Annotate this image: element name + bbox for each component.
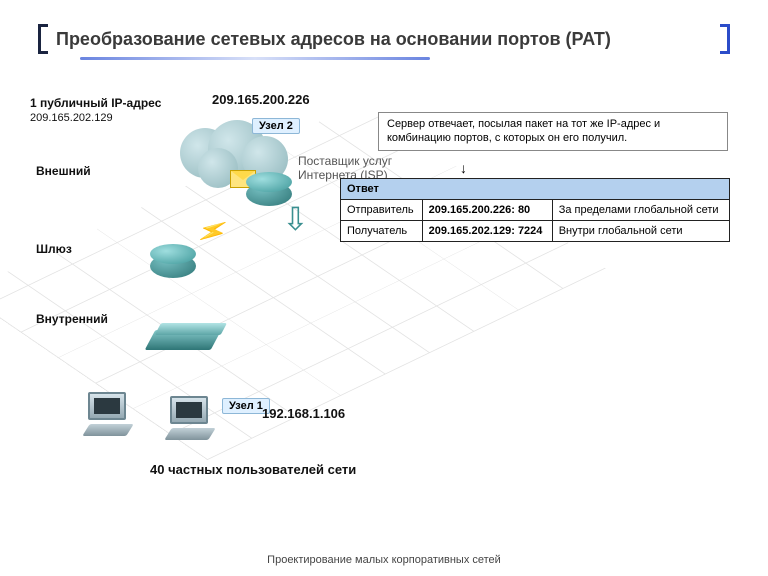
lightning-icon: ⚡	[193, 212, 232, 251]
label-server-ip: 209.165.200.226	[212, 92, 310, 107]
down-arrow-icon: ⇩	[282, 200, 309, 238]
callout-text: Сервер отвечает, посылая пакет на тот же…	[387, 118, 660, 144]
row1-scope: За пределами глобальной сети	[552, 200, 729, 221]
row2-role: Получатель	[341, 221, 423, 242]
label-host1-ip: 192.168.1.106	[262, 406, 345, 421]
pc-left-icon	[86, 392, 128, 436]
label-public-ip-caption: 1 публичный IP-адрес	[30, 96, 161, 110]
bracket-left-icon	[38, 24, 48, 54]
switch-icon	[150, 330, 216, 350]
gateway-router-icon	[150, 254, 196, 278]
row2-scope: Внутри глобальной сети	[552, 221, 729, 242]
label-public-ip-value: 209.165.202.129	[30, 112, 113, 124]
table-header: Ответ	[341, 179, 730, 200]
title-underline	[80, 57, 430, 60]
label-users: 40 частных пользователей сети	[150, 462, 356, 477]
host1-label-text: Узел 1	[229, 400, 263, 412]
title-bar: Преобразование сетевых адресов на основа…	[38, 24, 730, 54]
label-internal: Внутренний	[36, 312, 108, 326]
label-gateway: Шлюз	[36, 242, 72, 256]
host2-label: Узел 2	[252, 118, 300, 134]
callout-arrow-icon: ↓	[460, 160, 467, 176]
bracket-right-icon	[720, 24, 730, 54]
diagram-canvas: 1 публичный IP-адрес 209.165.202.129 Вне…	[30, 62, 738, 512]
host2-label-text: Узел 2	[259, 120, 293, 132]
label-external: Внешний	[36, 164, 91, 178]
slide-title: Преобразование сетевых адресов на основа…	[56, 29, 611, 50]
response-table: Ответ Отправитель 209.165.200.226: 80 За…	[340, 178, 730, 242]
row1-role: Отправитель	[341, 200, 423, 221]
table-row: Получатель 209.165.202.129: 7224 Внутри …	[341, 221, 730, 242]
pc-right-icon	[168, 396, 210, 440]
row2-addr: 209.165.202.129: 7224	[422, 221, 552, 242]
footer-text: Проектирование малых корпоративных сетей	[0, 554, 768, 566]
table-row: Отправитель 209.165.200.226: 80 За преде…	[341, 200, 730, 221]
callout-box: Сервер отвечает, посылая пакет на тот же…	[378, 112, 728, 151]
row1-addr: 209.165.200.226: 80	[422, 200, 552, 221]
